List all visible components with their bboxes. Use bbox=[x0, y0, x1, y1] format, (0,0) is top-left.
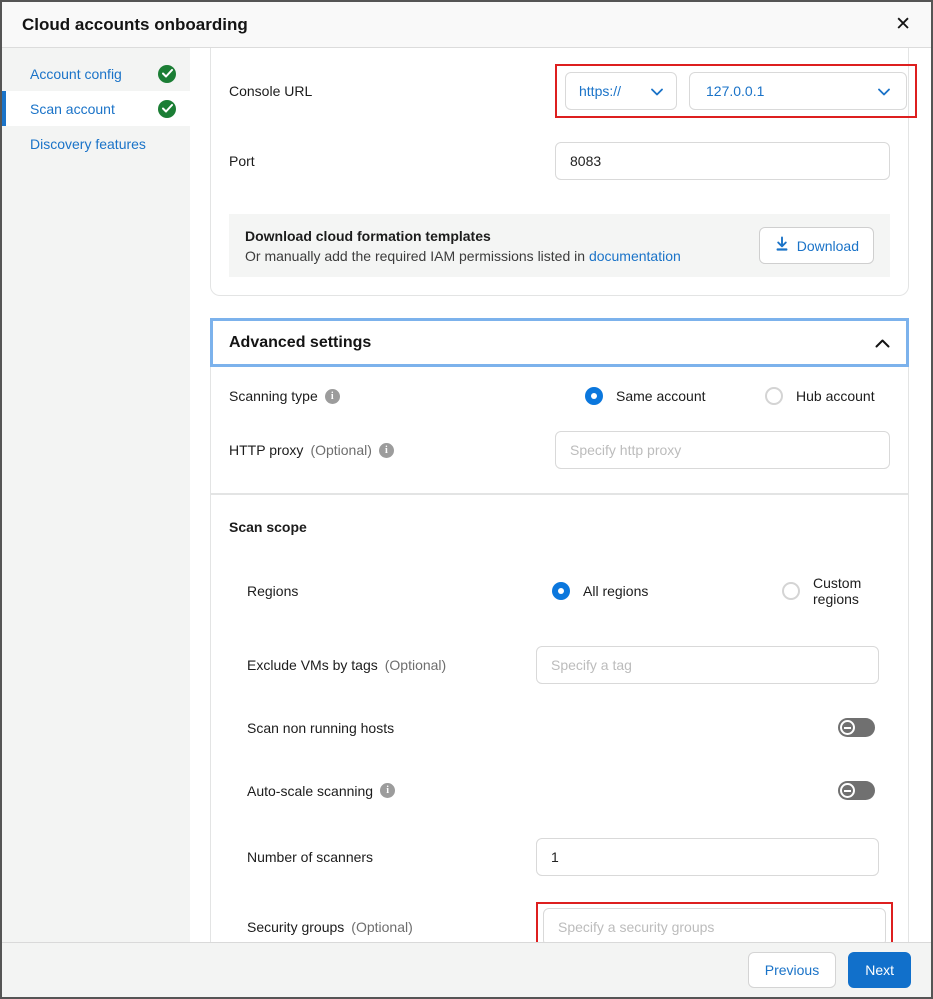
optional-text: (Optional) bbox=[310, 442, 371, 458]
radio-unselected-icon bbox=[765, 387, 783, 405]
security-groups-input[interactable] bbox=[543, 908, 886, 942]
protocol-dropdown[interactable]: https:// bbox=[565, 72, 677, 110]
step-complete-check-icon bbox=[158, 65, 176, 83]
previous-button[interactable]: Previous bbox=[748, 952, 836, 988]
console-url-label: Console URL bbox=[229, 83, 555, 99]
radio-label: Custom regions bbox=[813, 575, 890, 607]
download-templates-text: Download cloud formation templates Or ma… bbox=[245, 228, 681, 264]
port-input[interactable] bbox=[555, 142, 890, 180]
download-templates-subtitle: Or manually add the required IAM permiss… bbox=[245, 248, 681, 264]
sidebar-item-scan-account[interactable]: Scan account bbox=[2, 91, 190, 126]
sidebar-item-label: Account config bbox=[30, 66, 122, 82]
optional-text: (Optional) bbox=[385, 657, 446, 673]
download-templates-strip: Download cloud formation templates Or ma… bbox=[229, 214, 890, 277]
protocol-dropdown-value: https:// bbox=[579, 83, 621, 99]
regions-options: All regions Custom regions bbox=[536, 575, 890, 607]
dialog-footer: Previous Next bbox=[2, 942, 931, 997]
radio-all-regions[interactable]: All regions bbox=[552, 582, 782, 600]
auto-scale-label-text: Auto-scale scanning bbox=[247, 783, 373, 799]
next-button[interactable]: Next bbox=[848, 952, 911, 988]
connection-settings-panel: Console URL https:// 127.0.0.1 bbox=[210, 48, 909, 296]
radio-hub-account[interactable]: Hub account bbox=[765, 387, 875, 405]
port-label: Port bbox=[229, 153, 555, 169]
step-content: Console URL https:// 127.0.0.1 bbox=[190, 48, 931, 942]
toggle-off-knob bbox=[840, 720, 855, 735]
http-proxy-row: HTTP proxy (Optional) i bbox=[229, 431, 890, 469]
auto-scale-toggle[interactable] bbox=[838, 781, 875, 800]
download-icon bbox=[774, 236, 790, 255]
scan-non-running-toggle[interactable] bbox=[838, 718, 875, 737]
chevron-down-icon bbox=[878, 83, 890, 99]
radio-unselected-icon bbox=[782, 582, 800, 600]
scan-non-running-row: Scan non running hosts bbox=[247, 718, 890, 737]
close-icon[interactable]: ✕ bbox=[895, 15, 911, 34]
auto-scale-label: Auto-scale scanning i bbox=[247, 783, 536, 799]
radio-same-account[interactable]: Same account bbox=[585, 387, 765, 405]
scanning-type-label: Scanning type i bbox=[229, 388, 555, 404]
console-host-dropdown[interactable]: 127.0.0.1 bbox=[689, 72, 907, 110]
radio-selected-icon bbox=[585, 387, 603, 405]
regions-row: Regions All regions Custom regions bbox=[247, 575, 890, 607]
regions-label: Regions bbox=[247, 583, 536, 599]
dialog-header: Cloud accounts onboarding ✕ bbox=[2, 2, 931, 48]
http-proxy-input[interactable] bbox=[555, 431, 890, 469]
console-url-annotation-box: https:// 127.0.0.1 bbox=[555, 64, 917, 118]
port-row: Port bbox=[229, 142, 890, 180]
scan-scope-panel: Scan scope Regions All regions Custom re… bbox=[210, 494, 909, 942]
dialog-body: Account config Scan account Discovery fe… bbox=[2, 48, 931, 942]
scanning-type-label-text: Scanning type bbox=[229, 388, 318, 404]
console-url-row: Console URL https:// 127.0.0.1 bbox=[229, 64, 890, 118]
security-groups-label: Security groups (Optional) bbox=[247, 919, 536, 935]
scanning-type-options: Same account Hub account bbox=[555, 387, 875, 405]
toggle-off-knob bbox=[840, 783, 855, 798]
download-button[interactable]: Download bbox=[759, 227, 874, 264]
scan-non-running-label: Scan non running hosts bbox=[247, 720, 536, 736]
documentation-link[interactable]: documentation bbox=[589, 248, 681, 264]
radio-selected-icon bbox=[552, 582, 570, 600]
download-templates-title: Download cloud formation templates bbox=[245, 228, 681, 244]
download-button-label: Download bbox=[797, 238, 859, 254]
num-scanners-row: Number of scanners bbox=[247, 838, 890, 876]
radio-label: Same account bbox=[616, 388, 706, 404]
radio-custom-regions[interactable]: Custom regions bbox=[782, 575, 890, 607]
exclude-vms-label: Exclude VMs by tags (Optional) bbox=[247, 657, 536, 673]
chevron-up-icon bbox=[875, 335, 890, 351]
chevron-down-icon bbox=[651, 83, 663, 99]
exclude-vms-label-text: Exclude VMs by tags bbox=[247, 657, 378, 673]
security-groups-label-text: Security groups bbox=[247, 919, 344, 935]
exclude-vms-input[interactable] bbox=[536, 646, 879, 684]
console-host-dropdown-value: 127.0.0.1 bbox=[706, 83, 764, 99]
step-complete-check-icon bbox=[158, 100, 176, 118]
advanced-settings-header[interactable]: Advanced settings bbox=[210, 318, 909, 367]
radio-label: Hub account bbox=[796, 388, 875, 404]
auto-scale-row: Auto-scale scanning i bbox=[247, 781, 890, 800]
sidebar-item-discovery-features[interactable]: Discovery features bbox=[2, 126, 190, 161]
scan-scope-title: Scan scope bbox=[229, 519, 890, 535]
cloud-accounts-onboarding-dialog: Cloud accounts onboarding ✕ Account conf… bbox=[0, 0, 933, 999]
info-icon: i bbox=[325, 389, 340, 404]
sidebar-item-account-config[interactable]: Account config bbox=[2, 56, 190, 91]
steps-sidebar: Account config Scan account Discovery fe… bbox=[2, 48, 190, 942]
security-groups-annotation-box bbox=[536, 902, 893, 942]
num-scanners-label: Number of scanners bbox=[247, 849, 536, 865]
num-scanners-input[interactable] bbox=[536, 838, 879, 876]
advanced-settings-title: Advanced settings bbox=[229, 334, 371, 352]
sidebar-item-label: Scan account bbox=[30, 101, 115, 117]
download-subtitle-text: Or manually add the required IAM permiss… bbox=[245, 248, 589, 264]
http-proxy-label: HTTP proxy (Optional) i bbox=[229, 442, 555, 458]
info-icon: i bbox=[380, 783, 395, 798]
optional-text: (Optional) bbox=[351, 919, 412, 935]
radio-label: All regions bbox=[583, 583, 648, 599]
dialog-title: Cloud accounts onboarding bbox=[22, 15, 248, 35]
info-icon: i bbox=[379, 443, 394, 458]
exclude-vms-row: Exclude VMs by tags (Optional) bbox=[247, 646, 890, 684]
security-groups-row: Security groups (Optional) bbox=[247, 902, 890, 942]
scanning-type-row: Scanning type i Same account Hub account bbox=[229, 387, 890, 405]
sidebar-item-label: Discovery features bbox=[30, 136, 146, 152]
advanced-settings-panel: Scanning type i Same account Hub account bbox=[210, 367, 909, 494]
http-proxy-label-text: HTTP proxy bbox=[229, 442, 303, 458]
